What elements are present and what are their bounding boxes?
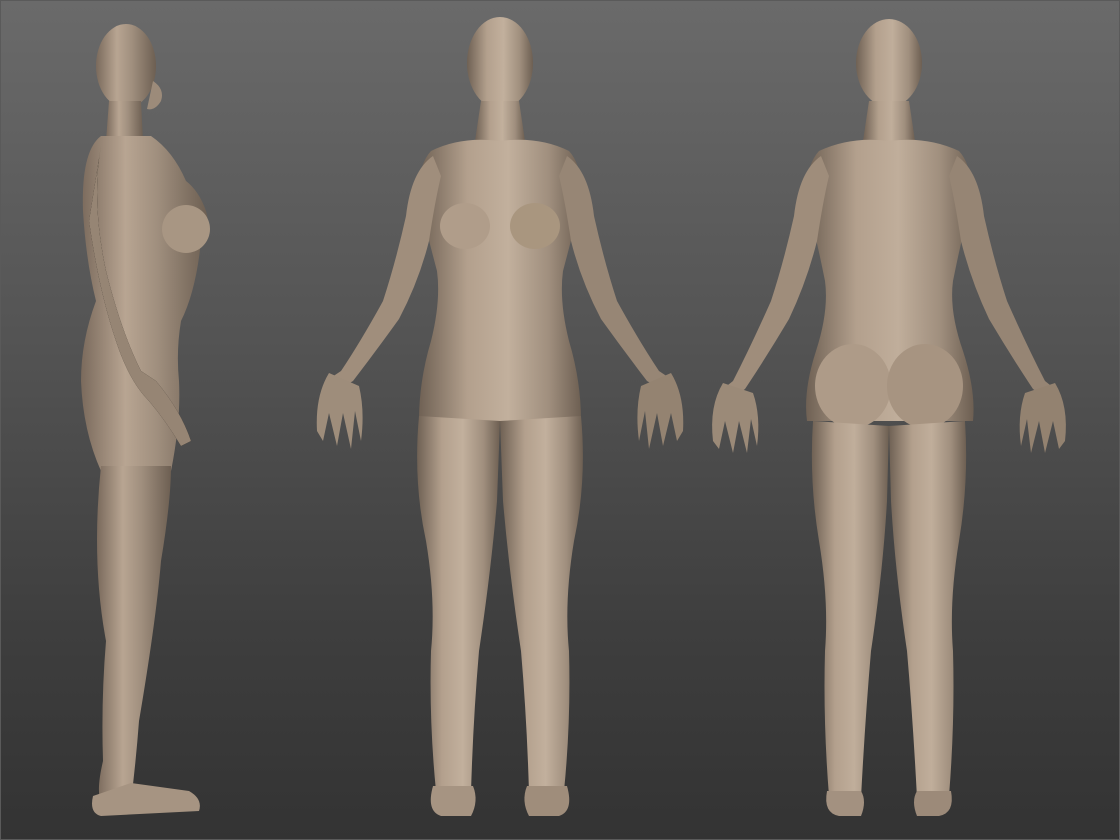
figure-side-view bbox=[61, 1, 231, 839]
sculpt-viewport[interactable] bbox=[0, 0, 1120, 840]
figure-back-view bbox=[701, 1, 1091, 839]
front-view-silhouette bbox=[316, 17, 684, 816]
figure-front-view bbox=[301, 1, 701, 839]
side-view-silhouette bbox=[81, 24, 210, 816]
back-view-silhouette bbox=[712, 19, 1066, 816]
